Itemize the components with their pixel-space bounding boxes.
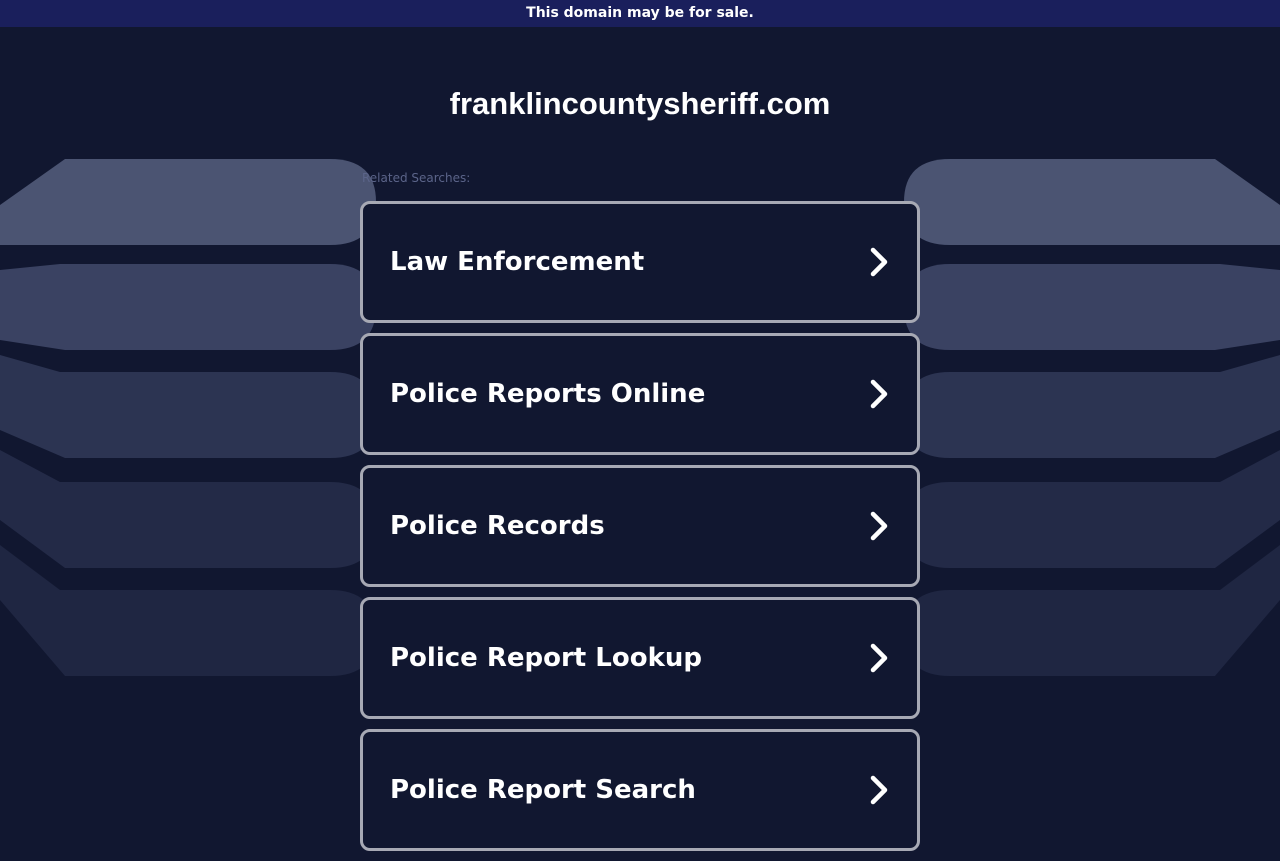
chevron-right-icon [870, 643, 888, 673]
left-band-3 [0, 355, 376, 458]
right-band-1 [904, 159, 1280, 245]
chevron-right-icon [870, 247, 888, 277]
domain-title: franklincountysheriff.com [449, 86, 831, 121]
related-link-police-reports-online[interactable]: Police Reports Online [360, 333, 920, 455]
chevron-right-icon [870, 775, 888, 805]
related-link-law-enforcement[interactable]: Law Enforcement [360, 201, 920, 323]
link-label: Police Records [390, 511, 605, 541]
chevron-right-icon [870, 379, 888, 409]
link-label: Police Report Lookup [390, 643, 702, 673]
left-band-2 [0, 264, 376, 350]
link-label: Law Enforcement [390, 247, 645, 277]
related-link-police-records[interactable]: Police Records [360, 465, 920, 587]
right-band-4 [904, 450, 1280, 568]
link-label: Police Report Search [390, 775, 696, 805]
right-band-3 [904, 355, 1280, 458]
left-band-1 [0, 159, 376, 245]
chevron-right-icon [870, 511, 888, 541]
link-label: Police Reports Online [390, 379, 706, 409]
related-link-police-report-lookup[interactable]: Police Report Lookup [360, 597, 920, 719]
left-band-4 [0, 450, 376, 568]
right-band-2 [904, 264, 1280, 350]
related-link-police-report-search[interactable]: Police Report Search [360, 729, 920, 851]
for-sale-banner[interactable]: This domain may be for sale. [0, 0, 1280, 27]
related-links-list: Law Enforcement Police Reports Online Po… [360, 201, 920, 861]
related-searches-label: Related Searches: [362, 171, 471, 185]
